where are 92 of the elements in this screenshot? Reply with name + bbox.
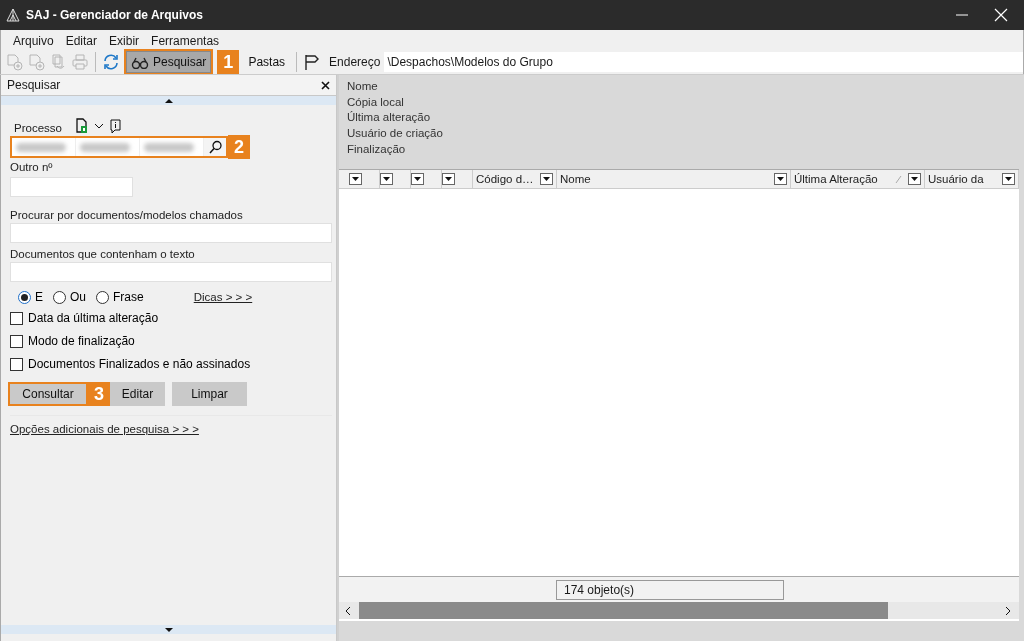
more-options-link[interactable]: Opções adicionais de pesquisa > > >	[10, 423, 199, 435]
detail-label: Última alteração	[347, 111, 432, 126]
checkbox-indicator[interactable]	[10, 311, 23, 325]
dropdown-arrow-icon	[777, 177, 784, 181]
action-button[interactable]: Limpar	[172, 382, 247, 406]
column-dropdown-button[interactable]	[774, 173, 787, 185]
field-label: Outro nº	[10, 161, 54, 173]
checkbox[interactable]: Documentos Finalizados e não assinados	[10, 357, 332, 371]
column-dropdown-button[interactable]	[908, 173, 921, 185]
column-dropdown-button[interactable]	[380, 173, 393, 185]
document-icon[interactable]	[73, 117, 88, 134]
column-header[interactable]	[349, 170, 380, 188]
redacted-text	[144, 142, 194, 152]
checkbox[interactable]: Data da última alteração	[10, 311, 332, 325]
callout-badge: 2	[228, 135, 250, 159]
column-header[interactable]: Código d…	[473, 170, 557, 188]
horizontal-scrollbar[interactable]	[339, 602, 1019, 619]
detail-label: Nome	[347, 80, 379, 94]
callout-badge: 3	[88, 382, 110, 406]
checkbox-indicator[interactable]	[10, 334, 23, 348]
radio-button[interactable]: E	[18, 290, 49, 304]
dropdown-arrow-icon	[383, 177, 390, 181]
scroll-left-icon[interactable]	[345, 605, 351, 616]
field-label: Documentos que contenham o texto	[10, 248, 196, 260]
column-title: Nome	[559, 173, 592, 185]
text-search-field[interactable]	[10, 262, 332, 282]
sort-indicator-icon	[895, 174, 902, 184]
column-dropdown-button[interactable]	[411, 173, 424, 185]
checkbox-indicator[interactable]	[10, 357, 23, 371]
detail-label: Cópia local	[347, 95, 405, 110]
radio-indicator[interactable]	[96, 290, 110, 304]
column-dropdown-button[interactable]	[349, 173, 362, 185]
column-dropdown-button[interactable]	[442, 173, 455, 185]
column-dropdown-button[interactable]	[540, 173, 553, 185]
menu-item[interactable]: Editar	[59, 34, 104, 48]
scroll-right-icon[interactable]	[1005, 605, 1011, 616]
search-button[interactable]	[204, 138, 226, 156]
menu-item[interactable]: Exibir	[103, 34, 146, 48]
dropdown-arrow-icon	[543, 177, 550, 181]
field-label: Procurar por documentos/modelos chamados	[10, 209, 244, 221]
action-button[interactable]: Consultar	[10, 384, 86, 404]
info-note-icon[interactable]	[109, 119, 121, 134]
radio-button[interactable]: Ou	[53, 290, 93, 304]
dropdown-arrow-icon	[1005, 177, 1012, 181]
detail-label: Finalização	[347, 142, 407, 157]
search-button[interactable]: Pesquisar	[126, 51, 212, 73]
menu-item[interactable]: Ferramentas	[145, 34, 226, 48]
dropdown-arrow-icon	[445, 177, 452, 181]
name-search-field[interactable]	[10, 223, 332, 243]
column-header[interactable]: Última Alteração	[791, 170, 925, 188]
action-button[interactable]: Editar	[110, 382, 165, 406]
refresh-icon[interactable]	[102, 53, 120, 71]
search-icon	[208, 140, 222, 154]
close-icon[interactable]	[321, 80, 330, 90]
process-field[interactable]	[10, 136, 228, 158]
scrollbar-thumb[interactable]	[359, 602, 888, 619]
column-header[interactable]: Nome	[557, 170, 791, 188]
other-number-field[interactable]	[10, 177, 133, 197]
column-header[interactable]	[442, 170, 473, 188]
panel-title: Pesquisar	[7, 78, 61, 92]
callout-badge: 1	[217, 50, 240, 74]
app-logo-icon	[6, 8, 20, 22]
down-arrow-icon	[164, 627, 173, 632]
redacted-text	[80, 142, 130, 152]
column-title: Usuário da	[927, 173, 985, 185]
chevron-down-icon[interactable]	[93, 123, 104, 129]
column-header[interactable]	[380, 170, 411, 188]
dropdown-arrow-icon	[352, 177, 359, 181]
radio-indicator[interactable]	[18, 290, 31, 304]
address-field[interactable]: \Despachos\Modelos do Grupo	[384, 52, 1023, 72]
address-label: Endereço	[329, 55, 381, 69]
column-dropdown-button[interactable]	[1002, 173, 1015, 185]
column-header[interactable]	[411, 170, 442, 188]
binoculars-icon	[131, 55, 149, 69]
dropdown-arrow-icon	[911, 177, 918, 181]
signpost-icon	[303, 54, 320, 70]
column-header[interactable]: Usuário da	[925, 170, 1019, 188]
radio-button[interactable]: Frase	[96, 290, 150, 304]
up-arrow-icon	[164, 98, 173, 103]
folders-button[interactable]: Pastas	[243, 51, 291, 73]
dropdown-arrow-icon	[414, 177, 421, 181]
radio-indicator[interactable]	[53, 290, 66, 304]
object-count: 174 objeto(s)	[556, 579, 784, 600]
redacted-text	[16, 142, 66, 152]
menu-item[interactable]: Arquivo	[7, 34, 60, 48]
tips-link[interactable]: Dicas > > >	[193, 291, 253, 303]
field-label: Processo	[14, 122, 62, 134]
column-title: Última Alteração	[793, 173, 879, 185]
column-title: Código d…	[475, 173, 535, 185]
detail-label: Usuário de criação	[347, 127, 444, 141]
checkbox[interactable]: Modo de finalização	[10, 334, 332, 348]
window-title: SAJ - Gerenciador de Arquivos	[26, 8, 204, 22]
